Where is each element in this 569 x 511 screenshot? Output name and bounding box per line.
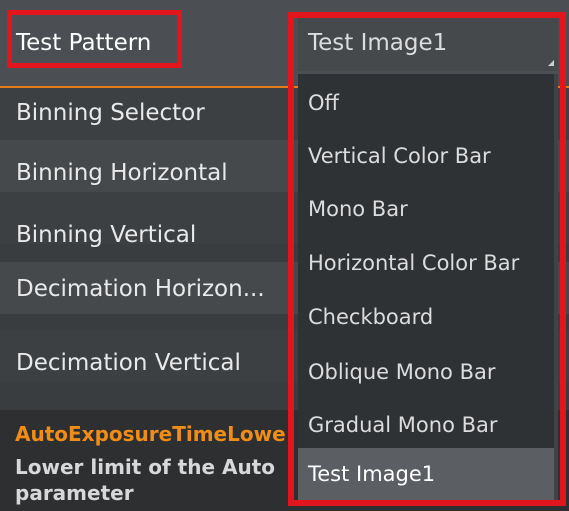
property-label: Decimation Vertical (16, 350, 241, 376)
description-text: Lower limit of the Auto parameter (15, 455, 276, 505)
dropdown-highlight (288, 12, 566, 506)
property-label: Binning Horizontal (16, 160, 228, 186)
description-title: AutoExposureTimeLowe (15, 422, 286, 446)
property-label: Decimation Horizon... (16, 276, 265, 302)
property-panel: Test Pattern Binning Selector Binning Ho… (0, 0, 569, 511)
test-pattern-label-highlight (7, 10, 182, 68)
property-label: Binning Vertical (16, 222, 197, 248)
property-label: Binning Selector (16, 100, 205, 126)
